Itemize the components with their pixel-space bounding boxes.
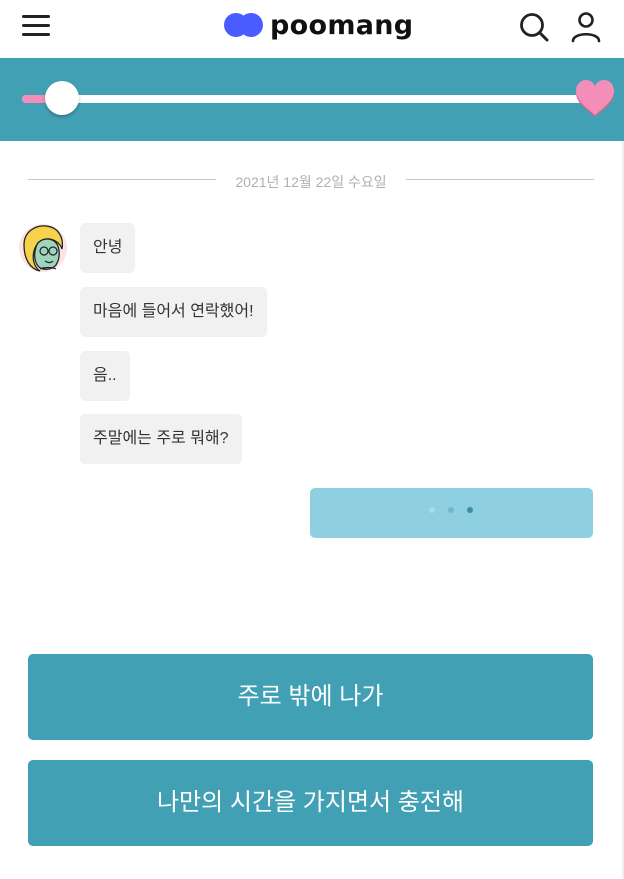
chat-date: 2021년 12월 22일 수요일 [229, 174, 393, 190]
poomang-logo[interactable]: poomang [224, 8, 413, 42]
logo-mark-icon [224, 11, 264, 39]
character-avatar[interactable] [18, 223, 68, 273]
affinity-progress-track [22, 95, 596, 103]
typing-dot [448, 507, 454, 513]
search-icon[interactable] [518, 11, 550, 43]
chat-bubble: 음.. [80, 351, 130, 401]
answer-button[interactable]: 주로 밖에 나가 [28, 654, 593, 740]
hamburger-menu-icon[interactable] [22, 13, 50, 37]
chat-bubble: 주말에는 주로 뭐해? [80, 414, 242, 464]
user-icon[interactable] [570, 11, 602, 43]
answer-button[interactable]: 나만의 시간을 가지면서 충전해 [28, 760, 593, 846]
affinity-progress-thumb[interactable] [45, 81, 79, 115]
typing-indicator-bubble [310, 488, 593, 538]
logo-text: poomang [270, 9, 414, 41]
date-divider: 2021년 12월 22일 수요일 [28, 170, 594, 192]
chat-bubble: 안녕 [80, 223, 136, 273]
chat-bubble: 마음에 들어서 연락했어! [80, 287, 267, 337]
typing-dot [429, 507, 435, 513]
header: poomang [0, 0, 624, 58]
typing-dot [467, 507, 473, 513]
heart-icon [576, 80, 614, 117]
